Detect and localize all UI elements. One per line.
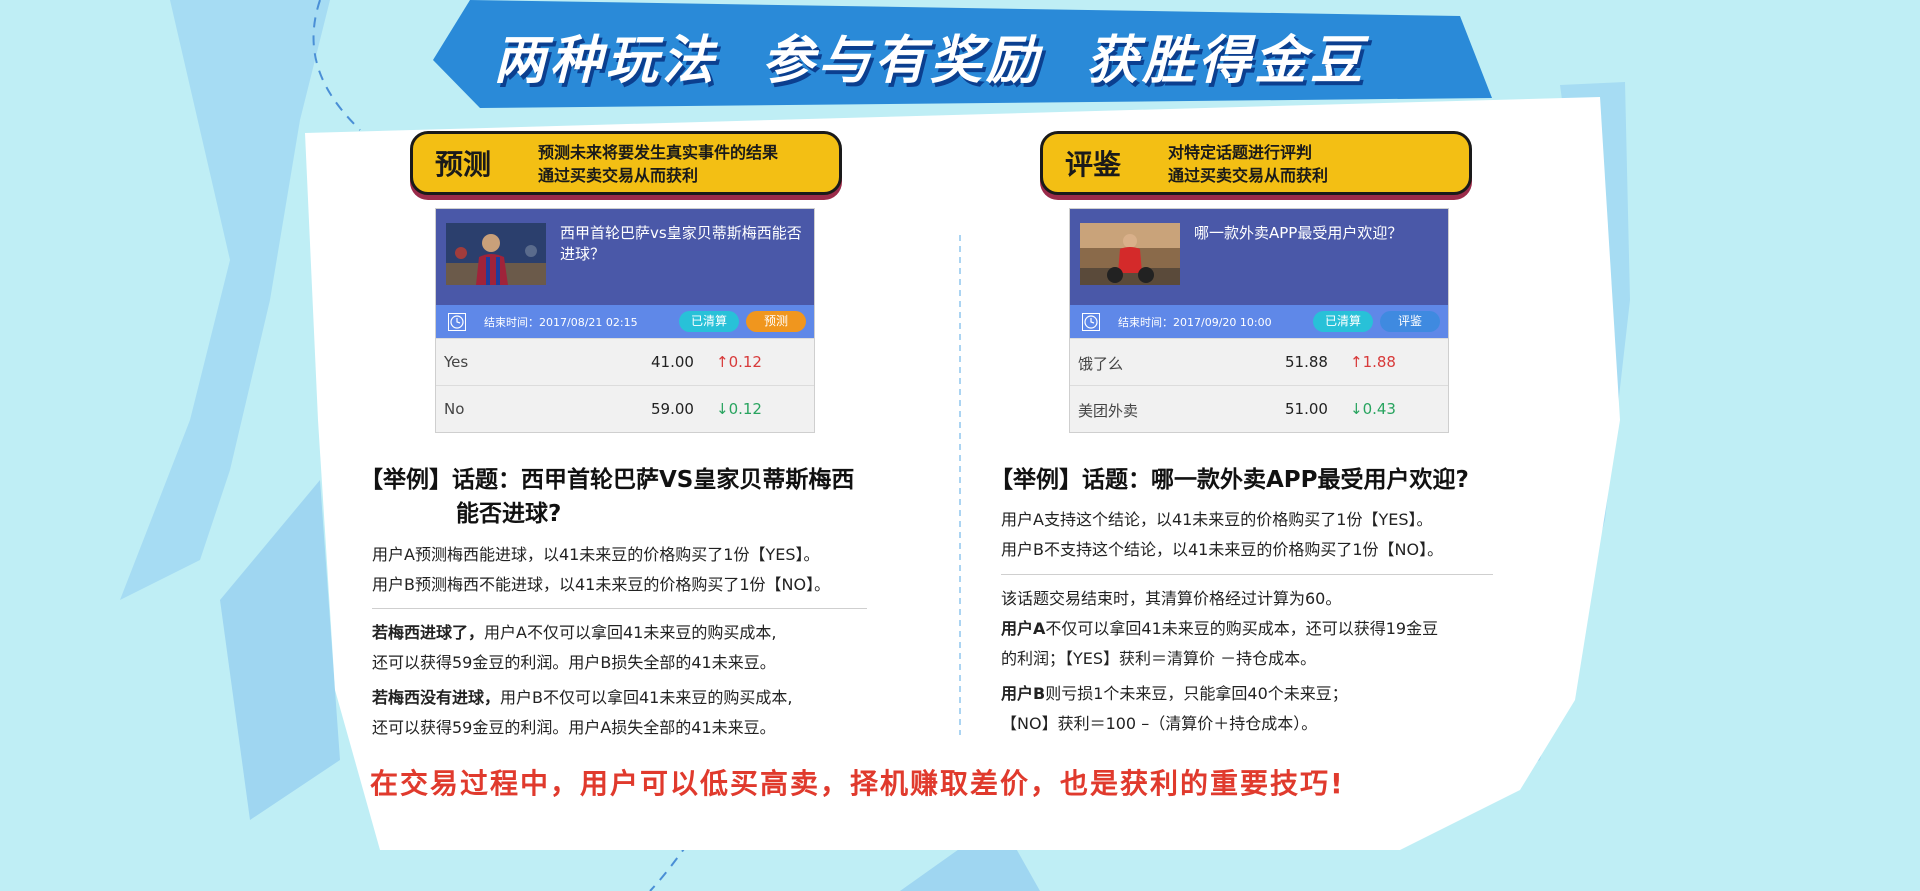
table-row[interactable]: No 59.00 ↓0.12 [436,385,814,432]
option-label: 饿了么 [1078,355,1124,373]
review-example-line: 该话题交易结束时，其清算价格经过计算为60。 [1001,589,1342,608]
review-mode-pill: 评鉴 对特定话题进行评判 通过买卖交易从而获利 [1040,131,1472,195]
card-status-bar: 结束时间：2017/09/20 10:00 已清算 评鉴 [1070,305,1448,338]
price-change: ↓0.43 [1350,400,1396,418]
settled-badge: 已清算 [1313,311,1373,332]
predict-mode-desc-line1: 预测未来将要发生真实事件的结果 [538,143,779,162]
card-status-bar: 结束时间：2017/08/21 02:15 已清算 预测 [436,305,814,338]
option-price: 59.00 [651,400,694,418]
predict-example-heading-line2: 能否进球? [456,501,562,527]
predict-example-heading: 【举例】话题：西甲首轮巴萨VS皇家贝蒂斯梅西 能否进球? [360,463,854,531]
change-value: 0.43 [1362,400,1396,418]
review-example-line: 的利润；【YES】获利＝清算价 －持仓成本。 [1001,649,1317,668]
line-text: 则亏损1个未来豆，只能拿回40个未来豆； [1045,684,1348,703]
price-change: ↓0.12 [716,400,762,418]
predict-mode-title: 预测 [435,148,492,181]
arrow-down-icon: ↓ [1350,400,1363,418]
arrow-up-icon: ↑ [1350,353,1363,371]
review-example-line: 用户B不支持这个结论，以41未来豆的价格购买了1份【NO】。 [1001,540,1444,559]
review-badge: 评鉴 [1380,311,1440,332]
review-mode-title: 评鉴 [1065,148,1122,181]
option-label: Yes [444,353,469,371]
review-mode-desc: 对特定话题进行评判 通过买卖交易从而获利 [1168,141,1328,187]
option-price: 51.88 [1285,353,1328,371]
predict-example-line: 用户A预测梅西能进球，以41未来豆的价格购买了1份【YES】。 [372,545,820,564]
table-row[interactable]: Yes 41.00 ↑0.12 [436,338,814,385]
change-value: 0.12 [728,400,762,418]
option-label: No [444,400,465,418]
review-mode-desc-line1: 对特定话题进行评判 [1168,143,1313,162]
divider [1001,574,1493,575]
predict-example-line: 还可以获得59金豆的利润。用户A损失全部的41未来豆。 [372,718,776,737]
predict-mode-pill: 预测 预测未来将要发生真实事件的结果 通过买卖交易从而获利 [410,131,842,195]
topic-thumbnail [446,223,546,285]
change-value: 1.88 [1362,353,1396,371]
option-label: 美团外卖 [1078,402,1139,420]
price-change: ↑0.12 [716,353,762,371]
bold-lead: 若梅西没有进球， [372,688,501,707]
predict-mode-desc: 预测未来将要发生真实事件的结果 通过买卖交易从而获利 [538,141,778,187]
option-price: 51.00 [1285,400,1328,418]
review-example-line: 用户A不仅可以拿回41未来豆的购买成本，还可以获得19金豆 [1001,614,1438,644]
clock-icon [1082,313,1100,331]
bold-lead: 用户B [1001,684,1046,703]
review-example-line: 【NO】获利＝100 –（清算价＋持仓成本）。 [1001,714,1318,733]
predict-example-line: 若梅西没有进球，用户B不仅可以拿回41未来豆的购买成本, [372,683,792,713]
predict-mode-desc-line2: 通过买卖交易从而获利 [538,166,699,185]
review-example-line: 用户A支持这个结论，以41未来豆的价格购买了1份【YES】。 [1001,510,1433,529]
predict-topic-card[interactable]: 西甲首轮巴萨vs皇家贝蒂斯梅西能否进球？ 结束时间：2017/08/21 02:… [435,208,815,433]
clock-icon [448,313,466,331]
arrow-up-icon: ↑ [716,353,729,371]
card-header: 哪一款外卖APP最受用户欢迎？ [1070,209,1448,305]
line-text: 用户B不仅可以拿回41未来豆的购买成本, [500,688,793,707]
bold-lead: 用户A [1001,619,1046,638]
review-example-heading: 【举例】话题：哪一款外卖APP最受用户欢迎? [990,467,1469,493]
end-time: 结束时间：2017/09/20 10:00 [1118,316,1272,329]
predict-example-heading-line1: 【举例】话题：西甲首轮巴萨VS皇家贝蒂斯梅西 [360,467,855,493]
review-example-line: 用户B则亏损1个未来豆，只能拿回40个未来豆； [1001,679,1348,709]
table-row[interactable]: 饿了么 51.88 ↑1.88 [1070,338,1448,385]
footer-tip: 在交易过程中，用户可以低买高卖，择机赚取差价，也是获利的重要技巧! [370,767,1345,800]
background-decoration [0,0,1920,891]
arrow-down-icon: ↓ [716,400,729,418]
predict-example-line: 还可以获得59金豆的利润。用户B损失全部的41未来豆。 [372,653,776,672]
topic-thumbnail [1080,223,1180,285]
end-time: 结束时间：2017/08/21 02:15 [484,316,638,329]
table-row[interactable]: 美团外卖 51.00 ↓0.43 [1070,385,1448,432]
settled-badge: 已清算 [679,311,739,332]
predict-badge: 预测 [746,311,806,332]
predict-example-line: 用户B预测梅西不能进球，以41未来豆的价格购买了1份【NO】。 [372,575,831,594]
option-price: 41.00 [651,353,694,371]
banner-title: 两种玩法 参与有奖励 获胜得金豆 [493,30,1367,91]
divider [372,608,867,609]
bold-lead: 若梅西进球了， [372,623,485,642]
card-header: 西甲首轮巴萨vs皇家贝蒂斯梅西能否进球？ [436,209,814,305]
line-text: 用户A不仅可以拿回41未来豆的购买成本, [484,623,777,642]
topic-question: 西甲首轮巴萨vs皇家贝蒂斯梅西能否进球？ [560,224,802,263]
review-topic-card[interactable]: 哪一款外卖APP最受用户欢迎？ 结束时间：2017/09/20 10:00 已清… [1069,208,1449,433]
line-text: 不仅可以拿回41未来豆的购买成本，还可以获得19金豆 [1045,619,1439,638]
predict-example-line: 若梅西进球了，用户A不仅可以拿回41未来豆的购买成本, [372,618,776,648]
change-value: 0.12 [728,353,762,371]
price-change: ↑1.88 [1350,353,1396,371]
topic-question: 哪一款外卖APP最受用户欢迎？ [1194,224,1403,242]
review-mode-desc-line2: 通过买卖交易从而获利 [1168,166,1329,185]
